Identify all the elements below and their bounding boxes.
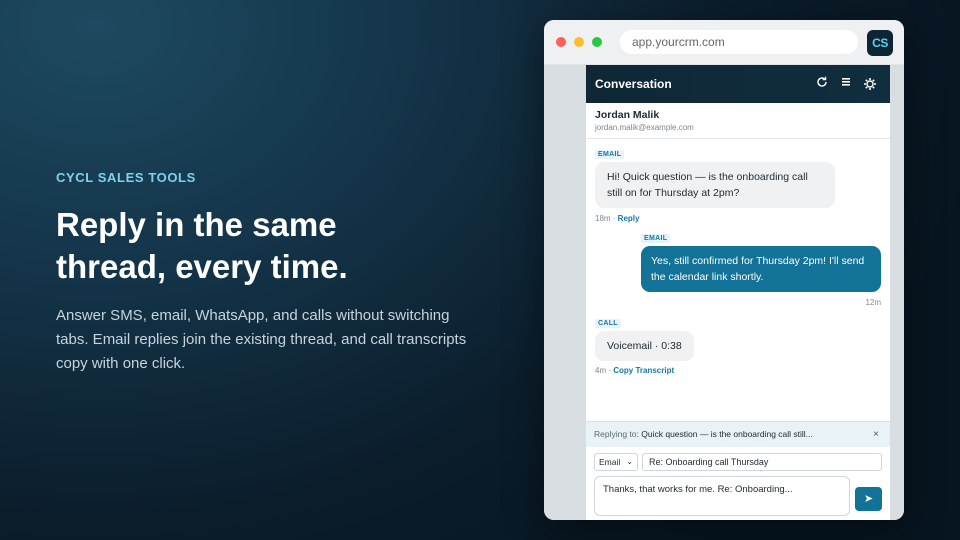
list-icon[interactable] [839, 75, 853, 89]
panel-header: Conversation [586, 65, 890, 103]
gear-icon[interactable] [863, 77, 877, 91]
panel-title: Conversation [595, 77, 672, 91]
composer: Email ⌄ Re: Onboarding call Thursday Tha… [586, 447, 890, 520]
channel-select-value: Email [599, 457, 621, 467]
subcopy: Answer SMS, email, WhatsApp, and calls w… [56, 307, 467, 372]
send-icon: ➤ [863, 493, 874, 505]
eyebrow-label: CYCL SALES TOOLS [56, 170, 196, 185]
chevron-down-icon: ⌄ [626, 457, 633, 466]
replying-to-bar: Replying to: Quick question — is the onb… [586, 421, 890, 447]
conversation-panel: Conversation Jordan Malik jordan.malik@e… [586, 65, 890, 520]
channel-select[interactable]: Email ⌄ [594, 453, 638, 471]
hero-section: CYCL SALES TOOLS Reply in the same threa… [56, 170, 496, 376]
refresh-icon[interactable] [815, 75, 829, 89]
channel-tag: EMAIL [641, 234, 671, 243]
replying-to-text: Quick question — is the onboarding call … [641, 429, 813, 439]
extension-logo[interactable]: CS [867, 30, 893, 56]
channel-tag: EMAIL [595, 150, 625, 159]
browser-chrome: app.yourcrm.com CS [544, 20, 904, 65]
voicemail-bubble: Voicemail · 0:38 [595, 331, 694, 361]
close-reply-icon[interactable]: × [873, 422, 879, 447]
message-time: 4m [595, 366, 607, 375]
message-list[interactable]: EMAIL Hi! Quick question — is the onboar… [586, 139, 890, 419]
reply-link[interactable]: Reply [618, 214, 640, 223]
address-bar[interactable]: app.yourcrm.com [620, 30, 858, 54]
contact-email: jordan.malik@example.com [595, 123, 694, 132]
contact-card: Jordan Malik jordan.malik@example.com [586, 103, 890, 139]
message-bubble-outgoing: Yes, still confirmed for Thursday 2pm! I… [641, 246, 881, 292]
contact-name: Jordan Malik [595, 109, 660, 121]
channel-tag: CALL [595, 319, 621, 328]
message-meta: 18m · Reply [595, 214, 640, 223]
send-button[interactable]: ➤ [855, 487, 882, 511]
subject-input[interactable]: Re: Onboarding call Thursday [642, 453, 882, 471]
copy-transcript-link[interactable]: Copy Transcript [613, 366, 674, 375]
maximize-window-dot[interactable] [592, 37, 602, 47]
message-bubble-incoming: Hi! Quick question — is the onboarding c… [595, 162, 835, 208]
message-input[interactable]: Thanks, that works for me. Re: Onboardin… [594, 476, 850, 516]
message-time: 18m [595, 214, 611, 223]
message-time: 12m [865, 298, 881, 307]
minimize-window-dot[interactable] [574, 37, 584, 47]
replying-to-label: Replying to: [594, 429, 639, 439]
message-meta: 4m · Copy Transcript [595, 366, 675, 375]
headline: Reply in the same thread, every time. [56, 206, 348, 285]
browser-window: app.yourcrm.com CS Conversation Jordan M… [544, 20, 904, 520]
close-window-dot[interactable] [556, 37, 566, 47]
